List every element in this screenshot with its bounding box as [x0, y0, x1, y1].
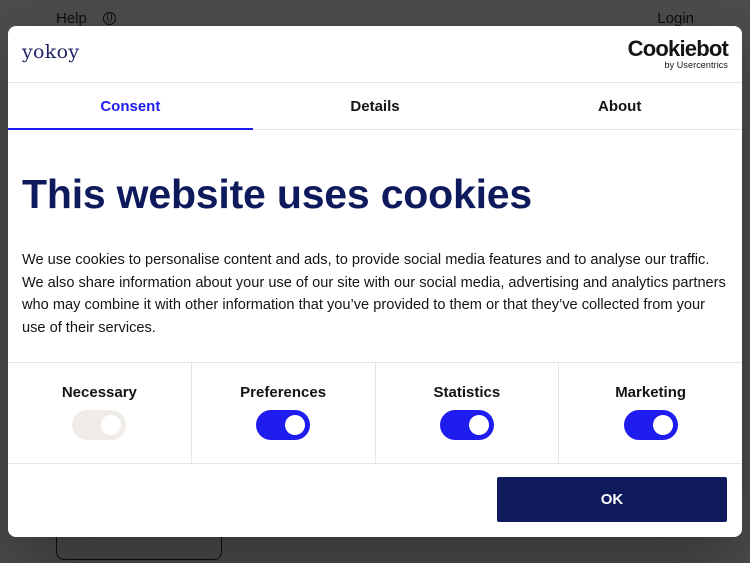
dialog-tabs: Consent Details About — [8, 83, 742, 130]
tab-consent[interactable]: Consent — [8, 83, 253, 130]
toggle-label-statistics: Statistics — [433, 384, 501, 401]
switch-knob — [652, 415, 673, 435]
cookiebot-logo-subtext: by Usercentrics — [664, 60, 728, 70]
dialog-title: This website uses cookies — [22, 171, 532, 217]
switch-knob — [468, 415, 489, 435]
dialog-header: yokoy Cookiebot by Usercentrics — [8, 26, 742, 83]
necessary-switch — [72, 410, 127, 440]
yokoy-logo: yokoy — [22, 41, 80, 63]
cookie-consent-dialog: yokoy Cookiebot by Usercentrics Consent … — [8, 26, 742, 537]
preferences-switch[interactable] — [256, 410, 311, 440]
toggle-label-preferences: Preferences — [240, 384, 327, 401]
consent-content: This website uses cookies We use cookies… — [8, 170, 742, 339]
dialog-description: We use cookies to personalise content an… — [22, 252, 726, 336]
switch-knob — [101, 415, 122, 435]
cookiebot-logo[interactable]: Cookiebot by Usercentrics — [627, 36, 729, 71]
consent-toggles: Necessary Preferences Statistics Marketi… — [8, 362, 742, 464]
toggle-label-necessary: Necessary — [61, 384, 137, 401]
toggle-necessary: Necessary — [8, 363, 192, 463]
toggle-label-marketing: Marketing — [615, 384, 687, 401]
statistics-switch[interactable] — [439, 410, 494, 440]
toggle-preferences: Preferences — [192, 363, 376, 463]
toggle-statistics: Statistics — [376, 363, 560, 463]
switch-knob — [285, 415, 306, 435]
tab-details[interactable]: Details — [253, 83, 498, 129]
toggle-marketing: Marketing — [559, 363, 742, 463]
ok-button[interactable]: OK — [497, 477, 727, 522]
cookiebot-logo-text: Cookiebot — [627, 36, 729, 61]
marketing-switch[interactable] — [623, 410, 678, 440]
tab-about[interactable]: About — [497, 83, 742, 129]
